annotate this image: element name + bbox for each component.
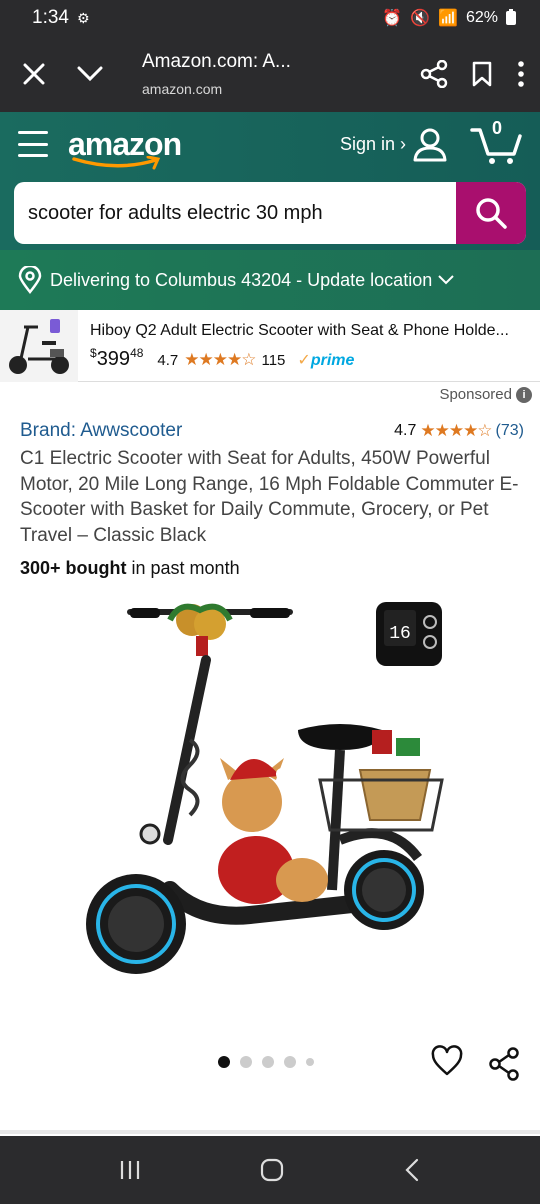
battery-icon (506, 9, 516, 25)
search-input[interactable] (14, 182, 456, 244)
brand-link[interactable]: Brand: Awwscooter (20, 420, 182, 442)
ad-product-thumbnail[interactable] (0, 310, 78, 382)
ad-price: $39948 (90, 346, 144, 370)
carousel-dot[interactable] (240, 1056, 252, 1068)
product-title: C1 Electric Scooter with Seat for Adults… (20, 448, 519, 546)
home-icon[interactable] (259, 1157, 285, 1183)
close-icon (23, 63, 45, 85)
ad-stars: ★★★★☆ (184, 350, 256, 369)
wifi-icon: 📶 (438, 10, 458, 27)
ad-reviews: 115 (261, 352, 286, 369)
bookmark-icon[interactable] (470, 60, 494, 88)
ad-rating: 4.7 (157, 352, 179, 369)
rating-value: 4.7 (394, 422, 417, 439)
status-icons: ⏰ 🔇 📶 62% (382, 8, 516, 28)
delivery-location-bar[interactable]: Delivering to Columbus 43204 - Update lo… (0, 250, 540, 310)
ad-title[interactable]: Hiboy Q2 Adult Electric Scooter with Sea… (90, 322, 526, 340)
search-icon (476, 198, 507, 229)
battery-text: 62% (465, 9, 498, 26)
minimize-button[interactable] (68, 52, 112, 96)
sponsored-product-banner[interactable]: Hiboy Q2 Adult Electric Scooter with Sea… (0, 310, 540, 382)
product-rating[interactable]: 4.7 ★★★★☆ (73) (394, 421, 524, 441)
recent-apps-icon[interactable] (118, 1159, 142, 1181)
carousel-dot-active[interactable] (218, 1056, 230, 1068)
display-readout: 16 (389, 624, 411, 644)
info-icon: i (516, 386, 532, 403)
chrome-status-icon: ⚙ (76, 9, 90, 26)
search-bar (14, 182, 526, 244)
carousel-dot[interactable] (284, 1056, 296, 1068)
sponsored-text: Sponsored (439, 386, 512, 403)
browser-toolbar: Amazon.com: A... amazon.com (0, 36, 540, 112)
sign-in-label: Sign in › (339, 133, 406, 154)
carousel-dot[interactable] (306, 1058, 314, 1066)
search-button[interactable] (456, 182, 526, 244)
chevron-down-icon (77, 66, 103, 82)
amazon-header: amazon Sign in › 0 (0, 112, 540, 250)
sponsored-label[interactable]: Sponsored i (439, 386, 532, 403)
delivery-text: Delivering to Columbus 43204 - Update lo… (50, 269, 433, 290)
bought-count: 300+ bought in past month (20, 558, 240, 578)
share-icon[interactable] (420, 60, 448, 88)
close-tab-button[interactable] (12, 52, 56, 96)
scooter-thumbnail-image (9, 319, 69, 374)
section-divider (0, 1130, 540, 1134)
menu-icon[interactable] (18, 131, 48, 157)
cart-count: 0 (492, 118, 503, 138)
product-image[interactable]: 16 (70, 590, 470, 1010)
share-product-icon[interactable] (488, 1047, 520, 1081)
chevron-down-icon (438, 275, 454, 285)
account-icon (413, 128, 447, 162)
location-pin-icon (18, 266, 42, 294)
alarm-icon: ⏰ (382, 10, 403, 27)
status-bar: 1:34 ⚙ ⏰ 🔇 📶 62% (0, 0, 540, 36)
carousel-dot[interactable] (262, 1056, 274, 1068)
back-icon[interactable] (402, 1157, 422, 1183)
cart-button[interactable]: 0 (470, 118, 522, 164)
sign-in-link[interactable]: Sign in › (340, 126, 448, 162)
prime-badge: ✓prime (297, 352, 355, 369)
page-title: Amazon.com: A... (142, 51, 291, 72)
wishlist-heart-icon[interactable] (430, 1045, 464, 1077)
more-options-icon[interactable] (516, 60, 526, 88)
product-details: Brand: Awwscooter 4.7 ★★★★☆ (73) C1 Elec… (20, 420, 524, 579)
url-box[interactable]: Amazon.com: A... amazon.com (142, 51, 420, 97)
amazon-logo[interactable]: amazon (68, 126, 182, 169)
system-nav-bar (0, 1136, 540, 1204)
smile-arrow-icon (72, 155, 161, 169)
image-carousel-dots[interactable] (218, 1056, 314, 1068)
status-time: 1:34 (32, 7, 69, 28)
mute-icon: 🔇 (410, 10, 431, 27)
rating-stars: ★★★★☆ (420, 421, 492, 440)
page-domain: amazon.com (142, 81, 223, 97)
review-count: (73) (495, 422, 524, 439)
